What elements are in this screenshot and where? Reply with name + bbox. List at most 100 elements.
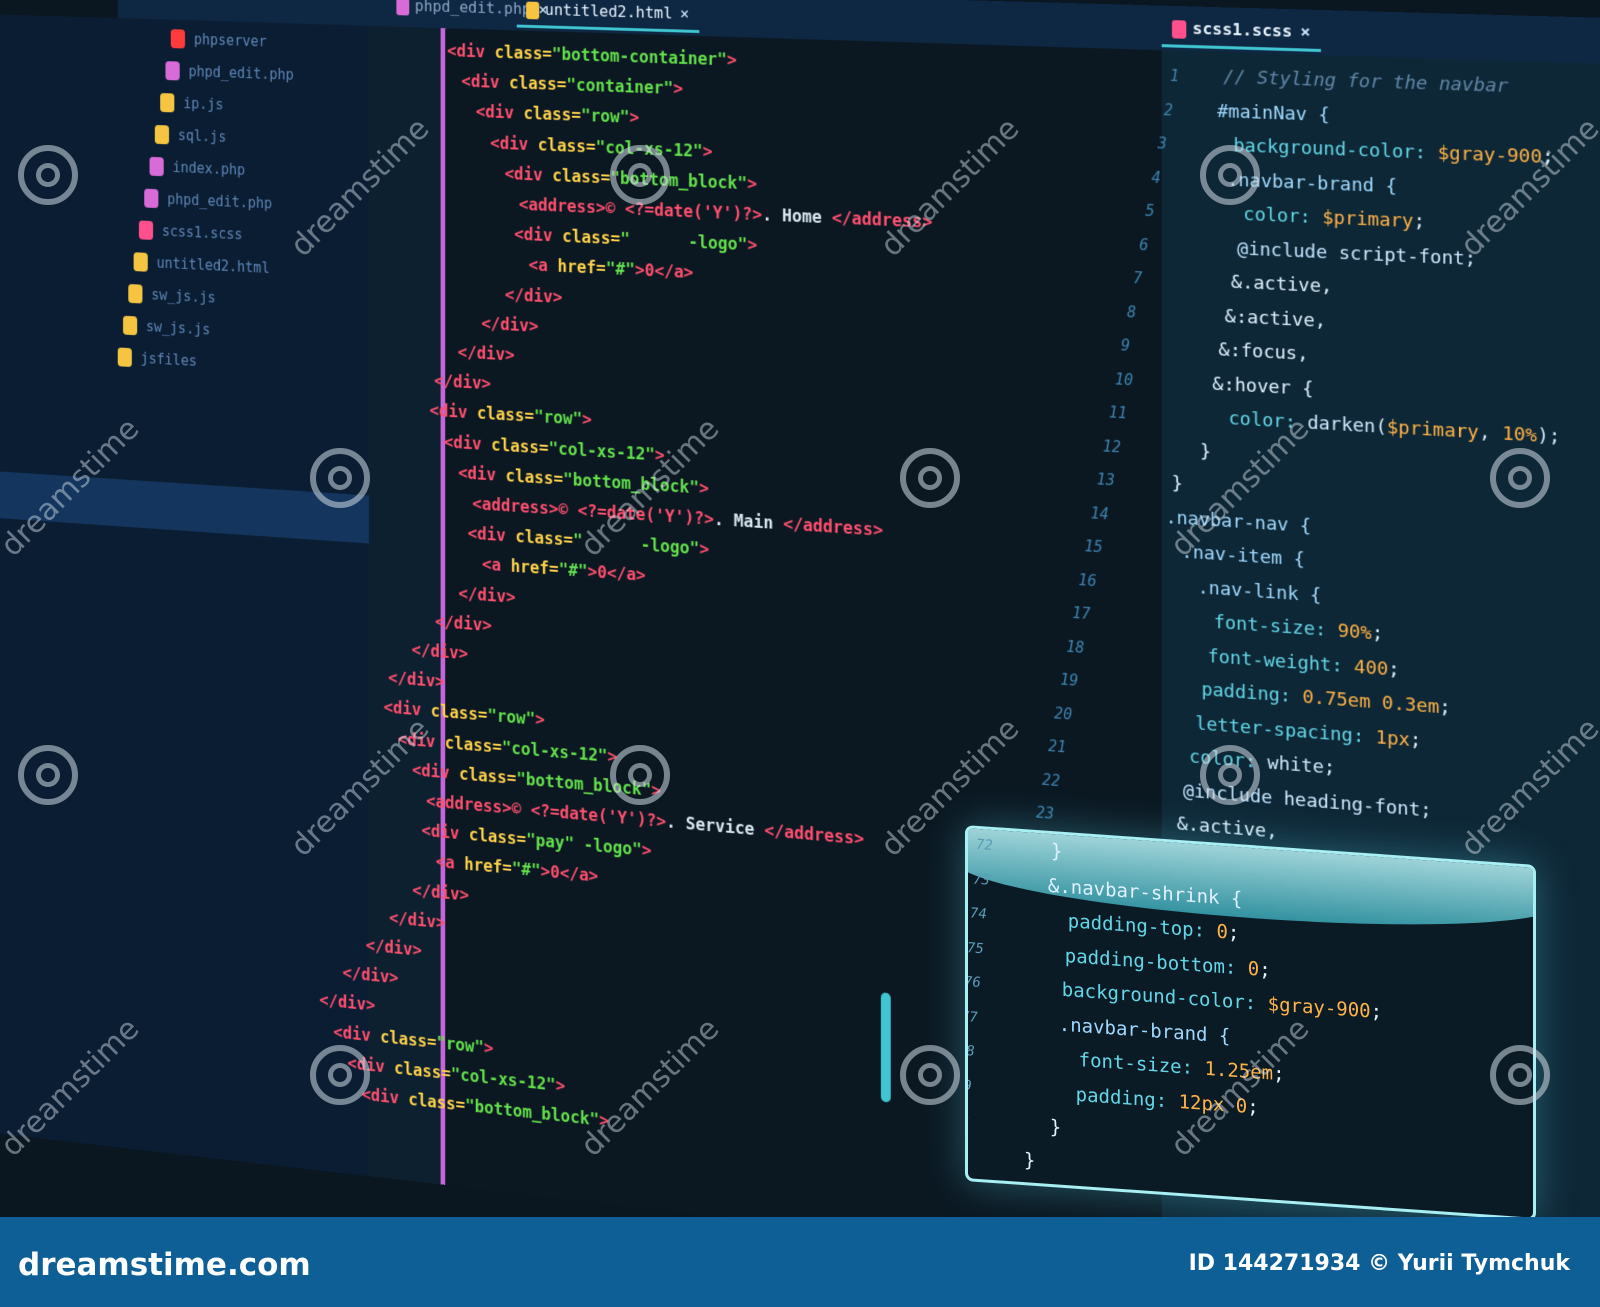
watermark-spiral-icon xyxy=(310,448,370,508)
sidebar-file-item[interactable]: sw_js.js xyxy=(123,315,211,340)
scss-code-line: // Styling for the navbar xyxy=(1223,66,1509,98)
sidebar-file-item[interactable]: scss1.scss xyxy=(138,220,243,244)
file-icon xyxy=(138,220,154,240)
scss-code-line: .nav-item { xyxy=(1137,538,1305,571)
scss-code-line: color: darken($primary, 10%); xyxy=(1161,404,1561,449)
scss-file-icon xyxy=(1171,19,1187,39)
file-icon xyxy=(144,188,159,209)
sidebar-file-label: phpd_edit.php xyxy=(167,190,273,212)
lens-code-line: } xyxy=(1001,1147,1036,1172)
sidebar-file-item[interactable]: untitled2.html xyxy=(133,252,270,278)
lens-code-line: padding: 12px 0; xyxy=(1007,1078,1259,1119)
line-number: 1 xyxy=(1169,66,1180,86)
sidebar-file-item[interactable]: index.php xyxy=(149,156,246,180)
scss-code-line: font-size: 90%; xyxy=(1124,605,1384,645)
file-icon xyxy=(154,124,170,145)
line-number: 20 xyxy=(1054,703,1073,724)
line-number: 10 xyxy=(1114,369,1134,389)
watermark-spiral-icon xyxy=(1490,448,1550,508)
sidebar-file-label: sw_js.js xyxy=(145,317,211,338)
sidebar-file-item[interactable]: phpd_edit.php xyxy=(165,61,294,84)
scss-code-line: } xyxy=(1155,437,1212,463)
scss-code-line: &.active, xyxy=(1186,269,1333,298)
file-icon xyxy=(117,347,132,368)
line-number: 9 xyxy=(1120,336,1131,355)
php-file-icon xyxy=(396,0,410,16)
line-number: 77 xyxy=(965,1008,978,1026)
watermark-spiral-icon xyxy=(18,145,78,205)
sidebar-file-label: untitled2.html xyxy=(156,253,270,277)
sidebar-file-label: ip.js xyxy=(183,94,224,113)
file-icon xyxy=(170,29,186,49)
sidebar-file-item[interactable]: phpd_edit.php xyxy=(144,188,273,214)
watermark-spiral-icon xyxy=(1200,745,1260,805)
sidebar-file-label: scss1.scss xyxy=(161,221,243,243)
watermark-spiral-icon xyxy=(900,448,960,508)
line-number: 17 xyxy=(1072,603,1091,624)
line-number: 15 xyxy=(1084,537,1103,557)
line-number: 72 xyxy=(976,836,993,854)
scss-code-line: &:hover { xyxy=(1167,370,1314,400)
lens-code-line: font-size: 1.25em; xyxy=(1010,1044,1285,1086)
line-number: 8 xyxy=(1127,302,1137,322)
scss-code-line: } xyxy=(1149,471,1183,495)
line-number: 11 xyxy=(1108,403,1128,423)
html-code-line: <div class="container"> xyxy=(442,71,683,100)
magnifier-overlay: 72737475767778798081 } &.navbar-shrink {… xyxy=(965,825,1536,1217)
line-number: 73 xyxy=(973,871,990,889)
scss-code-line: color: $primary; xyxy=(1198,201,1425,233)
line-number: 7 xyxy=(1133,268,1143,288)
lens-code-line: } xyxy=(1028,838,1063,863)
watermark-spiral-icon xyxy=(1200,145,1260,205)
scrollbar-thumb[interactable] xyxy=(880,992,891,1103)
line-number: 18 xyxy=(1066,637,1085,657)
watermark-spiral-icon xyxy=(610,745,670,805)
file-icon xyxy=(133,252,148,272)
lens-code-line: .navbar-brand { xyxy=(1013,1009,1231,1048)
sidebar-file-item[interactable]: ip.js xyxy=(160,93,224,114)
sidebar-file-item[interactable]: sw_js.js xyxy=(128,283,216,307)
html-code-line: <div class="row"> xyxy=(437,101,640,129)
scss-code-line: font-weight: 400; xyxy=(1118,638,1400,681)
file-icon xyxy=(160,93,175,113)
scss-code-line: #mainNav { xyxy=(1217,100,1330,126)
line-number: 5 xyxy=(1145,201,1155,221)
line-number: 12 xyxy=(1102,436,1121,456)
scss-code-line: @include script-font; xyxy=(1192,235,1477,270)
line-number: 16 xyxy=(1078,570,1097,590)
sidebar-file-label: index.php xyxy=(172,158,246,179)
watermark-spiral-icon xyxy=(310,1045,370,1105)
sidebar-file-item[interactable]: phpserver xyxy=(170,29,267,51)
line-number: 4 xyxy=(1151,167,1161,187)
tab-html-file[interactable]: untitled2.html × xyxy=(516,0,699,34)
footer-image-id: ID 144271934 © Yurii Tymchuk xyxy=(1188,1251,1570,1276)
watermark-spiral-icon xyxy=(900,1045,960,1105)
line-number: 22 xyxy=(1042,770,1061,790)
line-number: 23 xyxy=(1035,803,1055,823)
scss-code-line: .navbar-nav { xyxy=(1143,504,1312,537)
html-code-line: <div class="bottom_block"> xyxy=(428,161,758,195)
watermark-spiral-icon xyxy=(18,745,78,805)
scss-code-line: &:active, xyxy=(1180,303,1327,332)
watermark-spiral-icon xyxy=(610,145,670,205)
html-code-line: <a href="#">0</a> xyxy=(414,250,694,284)
sidebar-file-label: jsfiles xyxy=(140,349,197,370)
sidebar-file-label: sql.js xyxy=(177,126,227,146)
sidebar-file-item[interactable]: jsfiles xyxy=(117,347,197,370)
scss-code-line: background-color: $gray-900; xyxy=(1210,134,1554,169)
tab-scss-file[interactable]: scss1.scss × xyxy=(1161,11,1321,53)
sidebar-file-item[interactable]: sql.js xyxy=(154,124,227,147)
sidebar-file-label: phpd_edit.php xyxy=(188,62,294,84)
file-icon xyxy=(165,61,180,81)
stock-photo-footer: dreamstime.com ID 144271934 © Yurii Tymc… xyxy=(0,1217,1600,1307)
lens-code-line: padding-bottom: 0; xyxy=(1019,941,1271,981)
line-number: 19 xyxy=(1060,670,1079,690)
file-icon xyxy=(149,156,164,177)
line-number: 6 xyxy=(1139,235,1149,254)
file-icon xyxy=(123,315,138,336)
line-number: 78 xyxy=(965,1042,975,1060)
line-number: 2 xyxy=(1163,100,1174,120)
close-tab-icon[interactable]: × xyxy=(1300,22,1310,42)
line-number: 3 xyxy=(1157,134,1167,153)
file-icon xyxy=(128,283,143,304)
